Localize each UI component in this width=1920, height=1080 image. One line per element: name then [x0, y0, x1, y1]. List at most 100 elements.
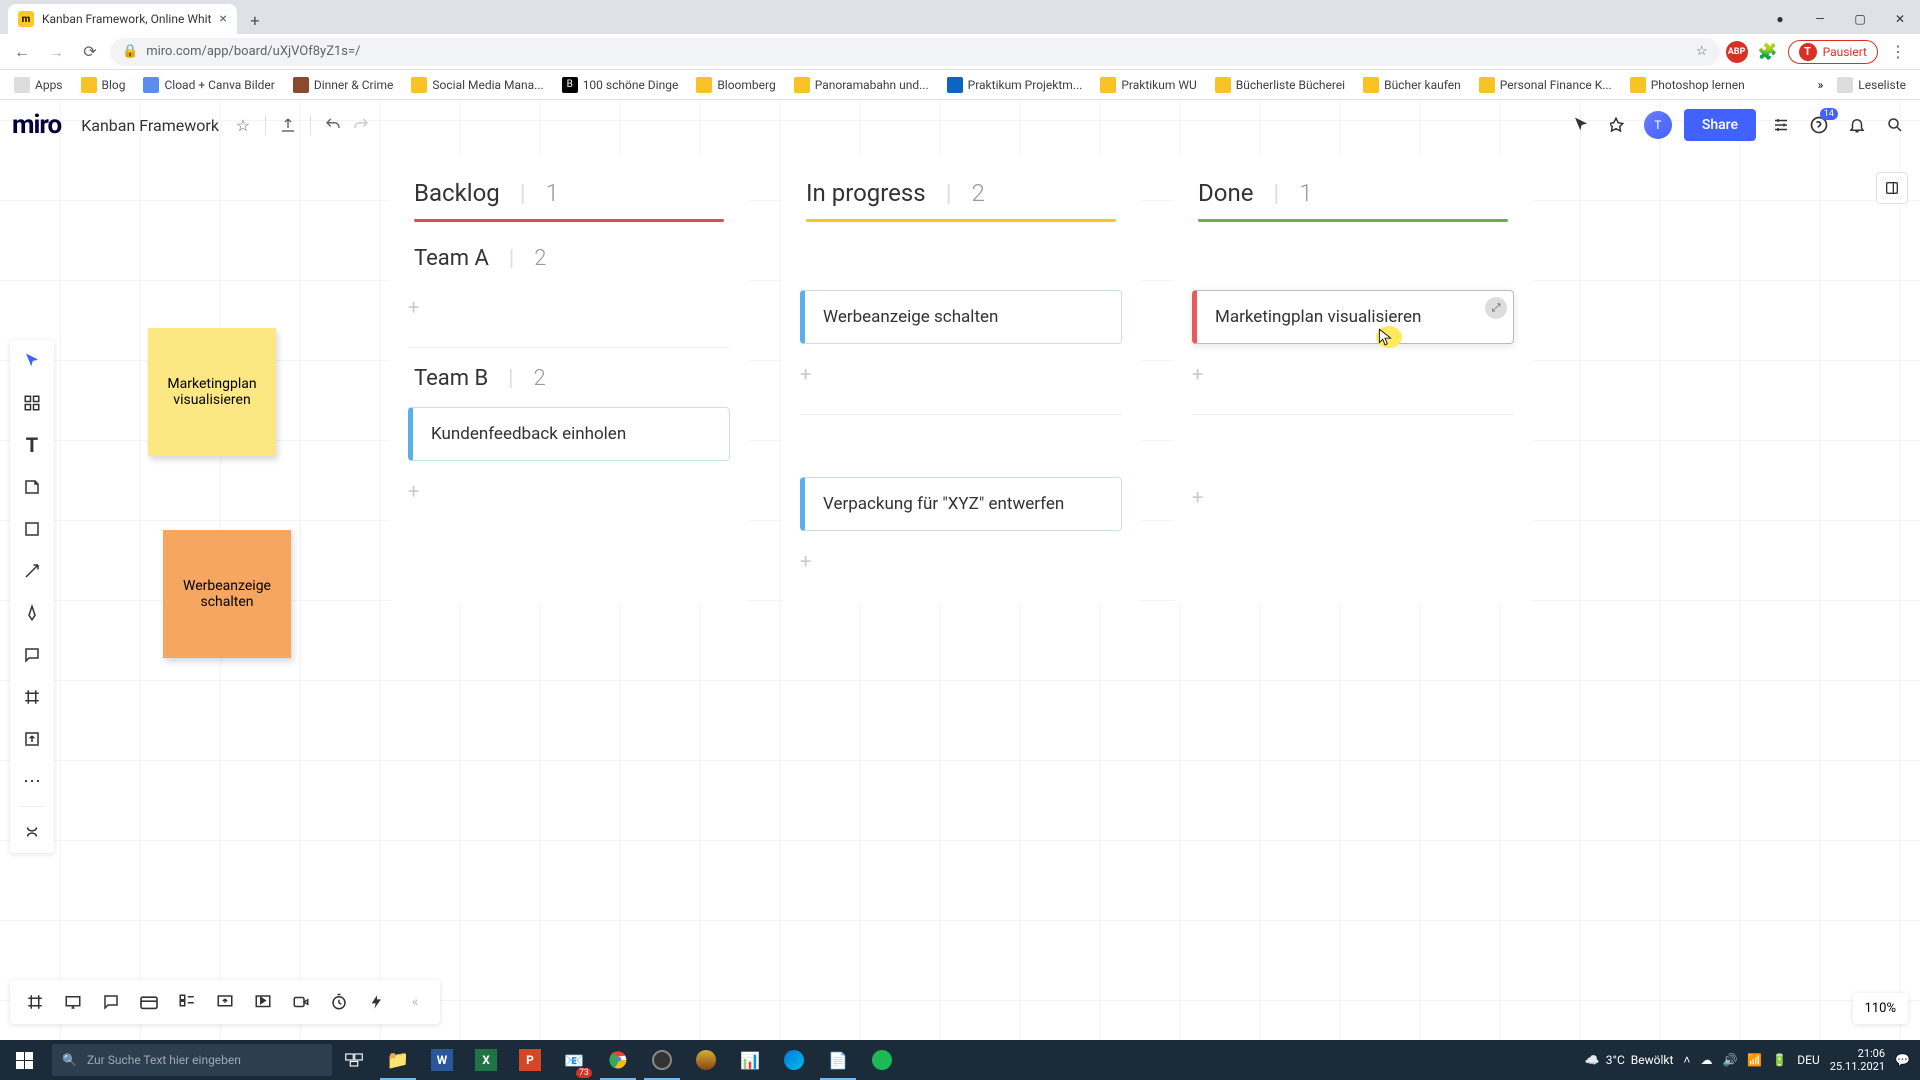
undo-button[interactable] [319, 111, 347, 139]
minimize-icon[interactable]: — [1800, 4, 1840, 34]
kanban-card[interactable]: Werbeanzeige schalten [800, 290, 1122, 344]
close-window-icon[interactable]: ✕ [1880, 4, 1920, 34]
video-icon[interactable] [282, 980, 320, 1024]
reading-list-button[interactable]: Leseliste [1831, 77, 1912, 93]
taskbar-clock[interactable]: 21:06 25.11.2021 [1830, 1047, 1885, 1073]
reload-button[interactable]: ⟳ [76, 38, 104, 66]
mail-icon[interactable]: 📧73 [552, 1040, 596, 1080]
extensions-icon[interactable]: 🧩 [1754, 38, 1782, 66]
settings-dot-icon[interactable]: ● [1760, 4, 1800, 34]
swimlane-header[interactable]: Team A|2 [390, 228, 748, 277]
share-button[interactable]: Share [1684, 109, 1756, 141]
kanban-column-done[interactable]: Done|1 Marketingplan visualisieren ⤢ + + [1174, 155, 1532, 603]
cursor-mode-icon[interactable] [1568, 112, 1594, 138]
star-icon[interactable]: ☆ [229, 111, 257, 139]
add-card-button[interactable]: + [408, 285, 730, 329]
browser-tab[interactable]: m Kanban Framework, Online Whit × [8, 4, 237, 34]
frames-icon[interactable] [16, 980, 54, 1024]
address-bar[interactable]: 🔒 miro.com/app/board/uXjVOf8yZ1s=/ ☆ [110, 38, 1720, 66]
language-indicator[interactable]: DEU [1797, 1053, 1819, 1067]
reactions-icon[interactable] [1606, 112, 1632, 138]
settings-sliders-icon[interactable] [1768, 112, 1794, 138]
tray-expand-icon[interactable]: ˄ [1683, 1053, 1690, 1067]
maximize-icon[interactable]: ▢ [1840, 4, 1880, 34]
notifications-icon[interactable]: 💬 [1895, 1053, 1910, 1067]
obs-icon[interactable] [640, 1040, 684, 1080]
app-icon[interactable]: 📊 [728, 1040, 772, 1080]
sticky-note-yellow[interactable]: Marketingplan visualisieren [148, 328, 276, 456]
kanban-card[interactable]: Verpackung für "XYZ" entwerfen [800, 477, 1122, 531]
export-icon[interactable] [274, 111, 302, 139]
arrow-tool[interactable] [10, 550, 54, 592]
bookmarks-more-icon[interactable]: » [1818, 78, 1824, 92]
bookmark-item[interactable]: Praktikum WU [1094, 77, 1202, 93]
screen-share-icon[interactable] [206, 980, 244, 1024]
activity-icon[interactable] [358, 980, 396, 1024]
kanban-column-inprogress[interactable]: In progress|2 Werbeanzeige schalten + Ve… [782, 155, 1140, 603]
templates-tool[interactable] [10, 382, 54, 424]
sticky-note-tool[interactable] [10, 466, 54, 508]
bookmark-item[interactable]: Panoramabahn und... [788, 77, 935, 93]
bookmark-item[interactable]: Bücherliste Bücherei [1209, 77, 1351, 93]
help-icon[interactable]: 14 [1806, 112, 1832, 138]
frame-tool[interactable] [10, 676, 54, 718]
add-card-button[interactable]: + [800, 539, 1122, 583]
weather-widget[interactable]: ☁️ 3°C Bewölkt [1585, 1053, 1674, 1067]
back-button[interactable]: ← [8, 38, 36, 66]
bookmark-item[interactable]: Bloomberg [690, 77, 781, 93]
start-button[interactable] [0, 1040, 48, 1080]
zoom-control[interactable]: 110% [1853, 993, 1908, 1024]
upload-tool[interactable] [10, 718, 54, 760]
card-icon[interactable] [130, 980, 168, 1024]
notepad-icon[interactable]: 📄 [816, 1040, 860, 1080]
embed-icon[interactable] [244, 980, 282, 1024]
star-bookmark-icon[interactable]: ☆ [1696, 44, 1708, 59]
chat-icon[interactable] [92, 980, 130, 1024]
file-explorer-icon[interactable]: 📁 [376, 1040, 420, 1080]
column-header[interactable]: In progress|2 [782, 179, 1140, 228]
tab-close-icon[interactable]: × [219, 11, 226, 27]
task-view-icon[interactable] [332, 1040, 376, 1080]
column-header[interactable]: Done|1 [1174, 179, 1532, 228]
battery-icon[interactable]: 🔋 [1772, 1053, 1787, 1067]
onedrive-icon[interactable]: ☁ [1700, 1053, 1712, 1067]
add-card-button[interactable]: + [1192, 352, 1514, 396]
pen-tool[interactable] [10, 592, 54, 634]
presentation-icon[interactable] [54, 980, 92, 1024]
bookmark-item[interactable]: Cload + Canva Bilder [137, 77, 280, 93]
add-card-button[interactable]: + [408, 469, 730, 513]
bookmark-item[interactable]: Social Media Mana... [405, 77, 549, 93]
abp-extension-icon[interactable]: ABP [1726, 41, 1748, 63]
shape-tool[interactable] [10, 508, 54, 550]
swimlane-header[interactable]: Team B|2 [390, 348, 748, 397]
chrome-icon[interactable] [596, 1040, 640, 1080]
kanban-column-backlog[interactable]: Backlog|1 Team A|2 + Team B|2 Kundenfeed… [390, 155, 748, 603]
taskbar-search[interactable]: 🔍 Zur Suche Text hier eingeben [52, 1044, 332, 1076]
column-header[interactable]: Backlog|1 [390, 179, 748, 228]
bookmark-item[interactable]: Photoshop lernen [1624, 77, 1751, 93]
miro-logo[interactable]: miro [12, 110, 61, 140]
kanban-card[interactable]: Kundenfeedback einholen [408, 407, 730, 461]
expand-card-icon[interactable]: ⤢ [1485, 297, 1507, 319]
bookmark-item[interactable]: B100 schöne Dinge [556, 77, 685, 93]
user-avatar[interactable]: T [1644, 111, 1672, 139]
network-icon[interactable]: 🔊 [1722, 1053, 1737, 1067]
new-tab-button[interactable]: + [241, 6, 269, 34]
collapse-toolbar-icon[interactable]: « [396, 980, 434, 1024]
select-tool[interactable] [10, 340, 54, 382]
browser-menu-icon[interactable]: ⋮ [1884, 38, 1912, 66]
kanban-card[interactable]: Marketingplan visualisieren ⤢ [1192, 290, 1514, 344]
search-icon[interactable] [1882, 112, 1908, 138]
excel-icon[interactable]: X [464, 1040, 508, 1080]
text-tool[interactable]: T [10, 424, 54, 466]
apps-shortcut[interactable]: Apps [8, 77, 69, 93]
add-card-button[interactable]: + [1192, 475, 1514, 519]
bookmark-item[interactable]: Dinner & Crime [287, 77, 400, 93]
bookmark-item[interactable]: Blog [75, 77, 132, 93]
timer-icon[interactable] [320, 980, 358, 1024]
ai-tool-icon[interactable] [10, 811, 54, 853]
activity-panel-button[interactable] [1876, 172, 1908, 204]
bell-icon[interactable] [1844, 112, 1870, 138]
word-icon[interactable]: W [420, 1040, 464, 1080]
board-name[interactable]: Kanban Framework [81, 116, 219, 135]
